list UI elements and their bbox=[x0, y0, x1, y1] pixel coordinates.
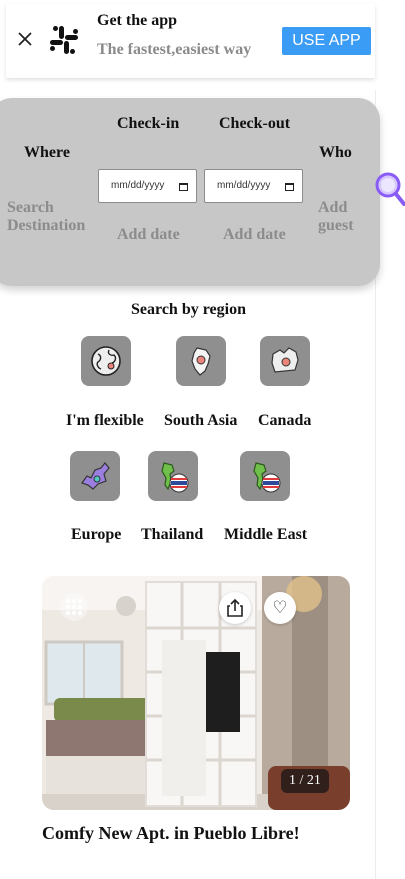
checkout-date-input[interactable]: mm/dd/yyyy bbox=[204, 169, 303, 203]
slack-logo-icon bbox=[50, 26, 78, 54]
share-icon bbox=[227, 598, 243, 617]
region-label-canada[interactable]: Canada bbox=[258, 412, 311, 430]
destination-input[interactable]: Search Destination bbox=[7, 199, 107, 235]
region-tile-middle-east[interactable] bbox=[240, 451, 290, 501]
region-tile-south-asia[interactable] bbox=[176, 336, 226, 386]
region-label-thailand[interactable]: Thailand bbox=[141, 526, 203, 544]
where-label: Where bbox=[24, 144, 70, 161]
calendar-icon[interactable] bbox=[179, 182, 188, 191]
globe-icon bbox=[91, 346, 121, 376]
who-label: Who bbox=[319, 144, 352, 161]
middle-east-map-icon bbox=[253, 462, 281, 493]
checkin-date-input[interactable]: mm/dd/yyyy bbox=[98, 169, 197, 203]
calendar-icon[interactable] bbox=[285, 182, 294, 191]
region-tile-flexible[interactable] bbox=[81, 336, 131, 386]
checkin-add-date[interactable]: Add date bbox=[117, 226, 180, 244]
checkout-label: Check-out bbox=[219, 115, 291, 132]
use-app-button[interactable]: USE APP bbox=[282, 27, 371, 55]
checkout-date-value: mm/dd/yyyy bbox=[217, 180, 271, 191]
app-banner: Get the app The fastest,easiest way USE … bbox=[6, 4, 375, 78]
region-tile-thailand[interactable] bbox=[148, 451, 198, 501]
checkout-add-date[interactable]: Add date bbox=[223, 226, 286, 244]
search-panel: Where Search Destination Check-in mm/dd/… bbox=[0, 98, 380, 286]
region-label-europe[interactable]: Europe bbox=[71, 526, 121, 544]
region-label-middle-east[interactable]: Middle East bbox=[224, 526, 307, 544]
checkin-label: Check-in bbox=[117, 115, 180, 132]
close-icon[interactable] bbox=[16, 30, 34, 48]
region-tile-europe[interactable] bbox=[70, 451, 120, 501]
share-button[interactable] bbox=[219, 592, 251, 624]
guest-input[interactable]: Add guest bbox=[318, 199, 362, 235]
region-section-title: Search by region bbox=[131, 301, 246, 318]
region-label-flexible[interactable]: I'm flexible bbox=[66, 412, 144, 430]
photo-counter: 1 / 21 bbox=[281, 769, 329, 793]
listing-title[interactable]: Comfy New Apt. in Pueblo Libre! bbox=[42, 823, 300, 844]
grid-dots-icon[interactable] bbox=[59, 592, 89, 622]
banner-subtitle: The fastest,easiest way bbox=[97, 41, 252, 58]
checkin-date-value: mm/dd/yyyy bbox=[111, 180, 165, 191]
banner-title: Get the app bbox=[97, 12, 177, 29]
favorite-button[interactable]: ♡ bbox=[264, 592, 296, 624]
thailand-map-icon bbox=[161, 462, 189, 493]
region-label-south-asia[interactable]: South Asia bbox=[164, 412, 237, 430]
south-asia-map-icon bbox=[191, 347, 211, 376]
magnifier-icon[interactable] bbox=[374, 170, 405, 210]
europe-map-icon bbox=[81, 462, 110, 490]
heart-icon: ♡ bbox=[272, 598, 288, 618]
canada-map-icon bbox=[271, 347, 299, 373]
listing-photo[interactable]: ♡ 1 / 21 bbox=[42, 576, 350, 810]
region-tile-canada[interactable] bbox=[260, 336, 310, 386]
